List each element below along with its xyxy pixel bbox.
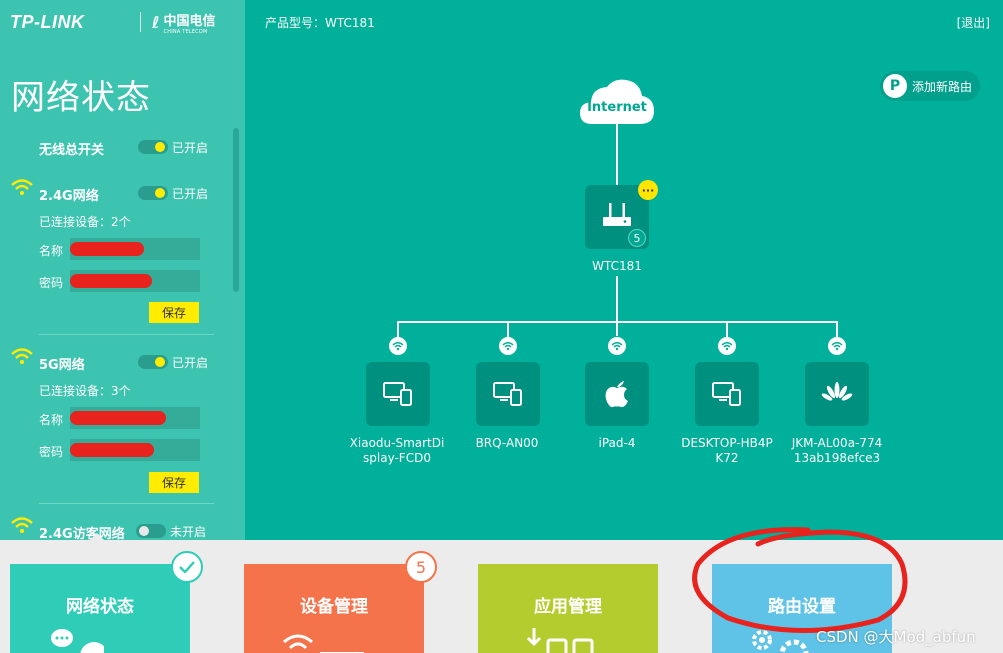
wifi-icon bbox=[499, 337, 517, 355]
network-24g-name-label: 名称 bbox=[39, 244, 64, 258]
tab-label: 设备管理 bbox=[300, 597, 368, 617]
redaction-mark bbox=[70, 242, 144, 256]
client-device-1-name: Xiaodu-SmartDi splay-FCD0 bbox=[349, 436, 445, 465]
network-24g-name: 2.4G网络 bbox=[39, 189, 99, 204]
guest-network-name: 2.4G访客网络 bbox=[39, 527, 125, 540]
router-more-button[interactable]: ··· bbox=[638, 180, 658, 200]
network-5g-state: 已开启 bbox=[172, 356, 209, 370]
tab-device-management[interactable]: 设备管理 bbox=[244, 564, 424, 653]
wifi-icon bbox=[11, 179, 33, 195]
app-download-icon bbox=[526, 628, 594, 653]
topology-line bbox=[397, 321, 838, 323]
device-icon bbox=[493, 382, 522, 406]
master-switch-toggle[interactable] bbox=[138, 140, 168, 154]
redaction-mark bbox=[70, 443, 154, 457]
internet-label: Internet bbox=[587, 100, 647, 115]
divider bbox=[39, 503, 214, 504]
client-device-4[interactable] bbox=[695, 362, 759, 426]
network-24g-toggle[interactable] bbox=[138, 186, 168, 200]
network-24g-password-field[interactable] bbox=[70, 270, 200, 292]
network-5g-connected: 已连接设备：3个 bbox=[39, 384, 131, 398]
network-5g-save-button[interactable]: 保存 bbox=[149, 472, 199, 493]
add-router-label: 添加新路由 bbox=[912, 79, 973, 94]
wifi-icon bbox=[828, 337, 846, 355]
watermark-text: CSDN @大Mod_abfun bbox=[816, 628, 976, 646]
chat-globe-icon bbox=[51, 629, 104, 653]
divider bbox=[39, 334, 214, 335]
topology-line bbox=[397, 321, 399, 337]
tplink-p-icon: P bbox=[883, 74, 907, 98]
product-model: 产品型号：WTC181 bbox=[265, 16, 375, 30]
client-device-5[interactable] bbox=[805, 362, 869, 426]
logo-separator bbox=[140, 12, 141, 32]
telecom-name-en: CHINA TELECOM bbox=[163, 29, 208, 35]
redaction-mark bbox=[70, 274, 152, 288]
panel-scrollbar[interactable] bbox=[233, 128, 239, 292]
telecom-name-cn: 中国电信 bbox=[163, 14, 216, 29]
network-24g-save-button[interactable]: 保存 bbox=[149, 302, 199, 323]
network-5g-name-label: 名称 bbox=[39, 413, 64, 427]
logout-link[interactable]: [退出] bbox=[957, 14, 990, 31]
master-switch-state: 已开启 bbox=[172, 141, 209, 155]
redaction-mark bbox=[70, 411, 166, 425]
tab-label: 应用管理 bbox=[534, 597, 602, 617]
client-device-5-name: JKM-AL00a-774 13ab198efce3 bbox=[791, 436, 883, 465]
wifi-icon bbox=[389, 337, 407, 355]
client-device-3-name: iPad-4 bbox=[598, 436, 636, 450]
client-device-2-name: BRQ-AN00 bbox=[475, 436, 539, 450]
device-icon bbox=[383, 382, 412, 406]
router-device-count: 5 bbox=[628, 229, 646, 247]
client-device-1[interactable] bbox=[366, 362, 430, 426]
router-icon bbox=[603, 203, 631, 226]
network-5g-name: 5G网络 bbox=[39, 358, 85, 373]
tab-network-status[interactable]: 网络状态 bbox=[10, 564, 190, 653]
network-5g-password-field[interactable] bbox=[70, 439, 200, 461]
network-24g-state: 已开启 bbox=[172, 187, 209, 201]
client-device-4-name: DESKTOP-HB4P K72 bbox=[681, 436, 773, 465]
header: TP-LINK ℓ 中国电信 CHINA TELECOM 产品型号：WTC181… bbox=[0, 0, 1003, 44]
active-tab-pointer bbox=[88, 533, 106, 542]
network-24g-pwd-label: 密码 bbox=[39, 276, 64, 290]
device-count-badge: 5 bbox=[405, 551, 437, 583]
network-5g-ssid-field[interactable] bbox=[70, 407, 200, 429]
telecom-mark-icon: ℓ bbox=[152, 13, 160, 32]
left-panel: 网络状态 无线总开关 已开启 2.4G网络 已开启 已连接设备：2个 名称 密码… bbox=[0, 0, 245, 540]
topology-line bbox=[507, 321, 509, 337]
network-24g-ssid-field[interactable] bbox=[70, 238, 200, 260]
network-5g-pwd-label: 密码 bbox=[39, 445, 64, 459]
network-24g-connected: 已连接设备：2个 bbox=[39, 215, 131, 229]
huawei-icon bbox=[821, 382, 853, 401]
network-5g-toggle[interactable] bbox=[138, 355, 168, 369]
router-name: WTC181 bbox=[592, 259, 642, 273]
brand-logo: TP-LINK bbox=[10, 12, 85, 32]
tab-label: 网络状态 bbox=[66, 597, 134, 617]
topology-line bbox=[836, 321, 838, 337]
add-router-button[interactable]: P 添加新路由 bbox=[880, 71, 980, 101]
topology-line bbox=[616, 276, 618, 336]
wifi-icon bbox=[608, 337, 626, 355]
active-check-icon bbox=[171, 551, 203, 583]
master-switch-label: 无线总开关 bbox=[39, 143, 105, 158]
topology-line bbox=[726, 321, 728, 337]
client-device-2[interactable] bbox=[476, 362, 540, 426]
guest-network-state: 未开启 bbox=[170, 525, 207, 539]
device-icon bbox=[712, 382, 741, 406]
wifi-device-icon bbox=[283, 634, 364, 653]
tab-app-management[interactable]: 应用管理 bbox=[478, 564, 658, 653]
guest-network-toggle[interactable] bbox=[136, 524, 166, 538]
annotation-circle bbox=[692, 527, 908, 634]
wifi-icon bbox=[11, 517, 33, 533]
client-device-3[interactable] bbox=[585, 362, 649, 426]
telecom-logo: ℓ 中国电信 CHINA TELECOM bbox=[152, 10, 216, 35]
wifi-icon bbox=[11, 348, 33, 364]
page-title: 网络状态 bbox=[11, 78, 151, 118]
wifi-icon bbox=[718, 337, 736, 355]
topology-line bbox=[616, 122, 618, 186]
apple-icon bbox=[605, 381, 628, 408]
